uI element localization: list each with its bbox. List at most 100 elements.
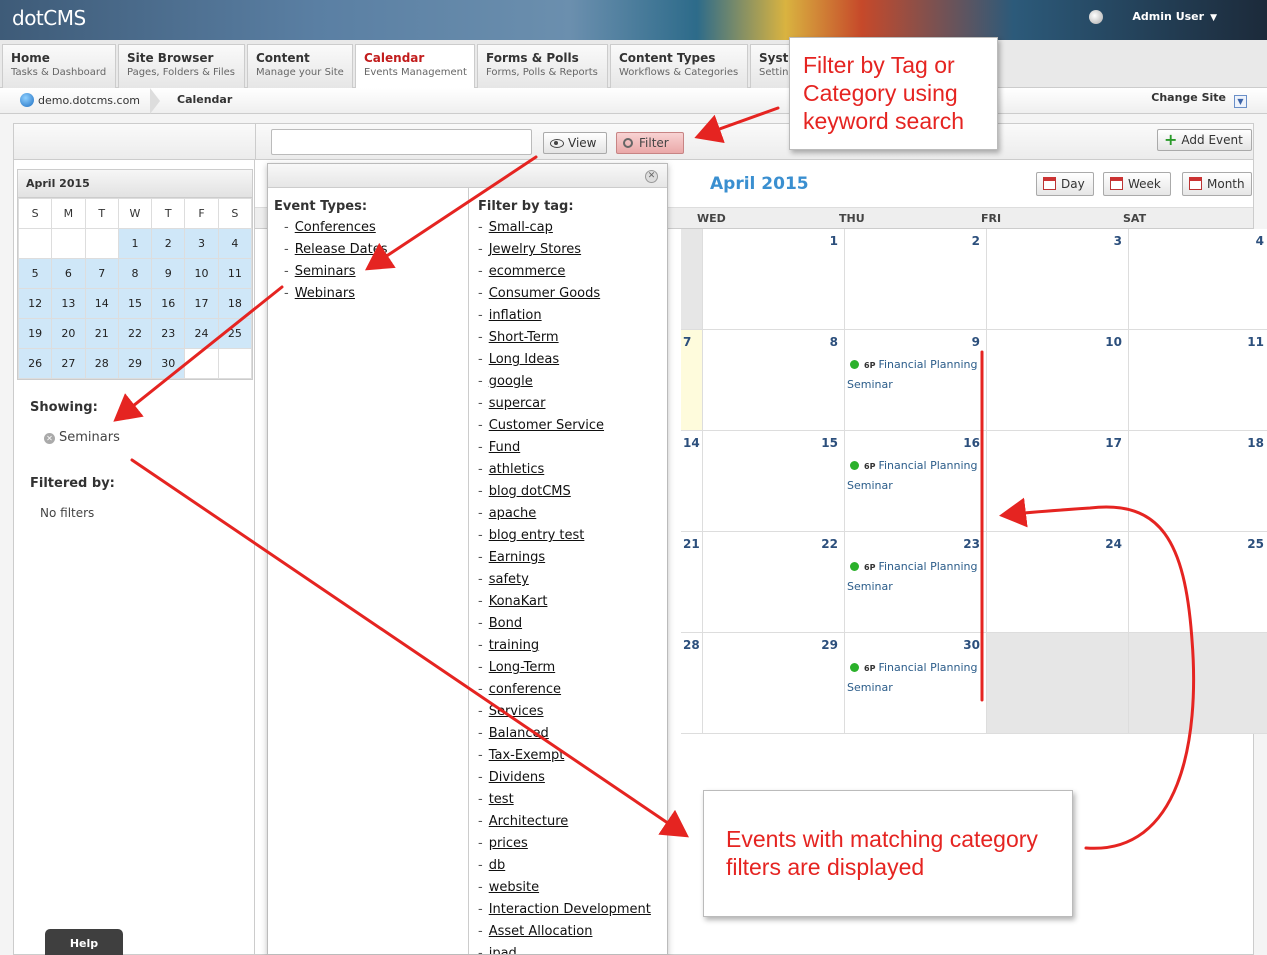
calendar-event[interactable]: 6P Financial Planning Seminar xyxy=(847,355,983,394)
tag-item-link[interactable]: ecommerce xyxy=(489,264,566,279)
tag-item-link[interactable]: Interaction Development xyxy=(489,902,651,917)
mini-day[interactable]: 8 xyxy=(117,258,153,289)
mini-day[interactable]: 11 xyxy=(217,258,253,289)
tag-item-link[interactable]: safety xyxy=(489,572,529,587)
mini-day[interactable]: 26 xyxy=(17,348,53,379)
tag-item-link[interactable]: Consumer Goods xyxy=(489,286,600,301)
mini-day[interactable]: 23 xyxy=(151,318,186,349)
calendar-day-cell[interactable]: 25 xyxy=(1129,532,1267,633)
tag-item-link[interactable]: Jewelry Stores xyxy=(489,242,581,257)
tab-site-browser[interactable]: Site Browser Pages, Folders & Files xyxy=(118,44,245,88)
mini-day[interactable]: 6 xyxy=(51,258,86,289)
tag-item-link[interactable]: prices xyxy=(489,836,528,851)
tag-item-link[interactable]: Balanced xyxy=(489,726,549,741)
calendar-event[interactable]: 6P Financial Planning Seminar xyxy=(847,456,983,495)
mini-day[interactable]: 9 xyxy=(151,258,186,289)
tag-item-link[interactable]: supercar xyxy=(489,396,546,411)
mini-day[interactable]: 18 xyxy=(217,288,253,319)
calendar-day-cell[interactable]: 2 xyxy=(845,229,987,330)
event-type-item-link[interactable]: Release Dates xyxy=(295,242,388,257)
calendar-day-cell[interactable]: 17 xyxy=(987,431,1129,532)
mini-day[interactable]: 16 xyxy=(151,288,186,319)
mini-day[interactable]: 7 xyxy=(84,258,119,289)
tag-item-link[interactable]: ipad xyxy=(489,946,517,954)
showing-filter-item[interactable]: ✕ Seminars xyxy=(44,430,120,445)
calendar-day-cell[interactable]: 8 xyxy=(703,330,845,431)
calendar-day-cell[interactable]: 1 xyxy=(703,229,845,330)
month-view-button[interactable]: Month xyxy=(1182,172,1252,196)
mini-day[interactable]: 10 xyxy=(184,258,219,289)
calendar-day-cell[interactable]: 11 xyxy=(1129,330,1267,431)
breadcrumb-site[interactable]: demo.dotcms.com xyxy=(20,93,140,107)
search-input[interactable] xyxy=(271,129,532,155)
mini-day[interactable]: 14 xyxy=(84,288,119,319)
calendar-day-cell[interactable]: 22 xyxy=(703,532,845,633)
mini-day[interactable]: 4 xyxy=(217,228,253,259)
tag-item-link[interactable]: Long-Term xyxy=(489,660,555,675)
event-type-item-link[interactable]: Conferences xyxy=(295,220,376,235)
mini-day[interactable]: 5 xyxy=(17,258,53,289)
mini-day[interactable]: 25 xyxy=(217,318,253,349)
mini-day[interactable]: 2 xyxy=(151,228,186,259)
mini-day[interactable]: 15 xyxy=(117,288,153,319)
tab-forms-polls[interactable]: Forms & Polls Forms, Polls & Reports xyxy=(477,44,608,88)
mini-day[interactable]: 17 xyxy=(184,288,219,319)
tab-content-types[interactable]: Content Types Workflows & Categories xyxy=(610,44,748,88)
filter-button[interactable]: Filter xyxy=(616,132,684,154)
mini-day[interactable]: 24 xyxy=(184,318,219,349)
tag-item-link[interactable]: Architecture xyxy=(489,814,569,829)
tag-item-link[interactable]: blog dotCMS xyxy=(489,484,571,499)
tag-item-link[interactable]: Dividens xyxy=(489,770,545,785)
tag-item-link[interactable]: Small-cap xyxy=(489,220,553,235)
help-button[interactable]: Help xyxy=(45,929,123,955)
calendar-day-cell[interactable] xyxy=(681,229,703,330)
calendar-day-cell[interactable] xyxy=(987,633,1129,734)
calendar-day-cell[interactable]: 23 6P Financial Planning Seminar xyxy=(845,532,987,633)
tag-item-link[interactable]: athletics xyxy=(489,462,545,477)
tag-item-link[interactable]: Bond xyxy=(489,616,522,631)
mini-day[interactable]: 1 xyxy=(117,228,153,259)
calendar-day-cell[interactable]: 7 xyxy=(681,330,703,431)
calendar-event[interactable]: 6P Financial Planning Seminar xyxy=(847,557,983,596)
event-type-item-link[interactable]: Seminars xyxy=(295,264,356,279)
tag-item-link[interactable]: Fund xyxy=(489,440,521,455)
mini-day[interactable]: 29 xyxy=(117,348,153,379)
calendar-day-cell[interactable]: 14 xyxy=(681,431,703,532)
calendar-day-cell[interactable]: 4 xyxy=(1129,229,1267,330)
remove-icon[interactable]: ✕ xyxy=(44,433,55,444)
calendar-day-cell[interactable]: 15 xyxy=(703,431,845,532)
mini-day[interactable]: 21 xyxy=(84,318,119,349)
tag-item-link[interactable]: Tax-Exempt xyxy=(489,748,565,763)
mini-day[interactable]: 13 xyxy=(51,288,86,319)
calendar-day-cell[interactable]: 10 xyxy=(987,330,1129,431)
close-icon[interactable]: ✕ xyxy=(645,170,658,183)
tag-item-link[interactable]: test xyxy=(489,792,514,807)
calendar-day-cell[interactable]: 3 xyxy=(987,229,1129,330)
tag-item-link[interactable]: KonaKart xyxy=(489,594,548,609)
mini-day[interactable]: 27 xyxy=(51,348,86,379)
tag-item-link[interactable]: inflation xyxy=(489,308,542,323)
calendar-day-cell[interactable]: 28 xyxy=(681,633,703,734)
add-event-button[interactable]: + Add Event xyxy=(1157,129,1252,151)
tag-item-link[interactable]: Earnings xyxy=(489,550,545,565)
change-site-button[interactable]: Change Site ▼ xyxy=(1151,91,1247,108)
calendar-day-cell[interactable]: 24 xyxy=(987,532,1129,633)
tab-calendar[interactable]: Calendar Events Management xyxy=(355,44,475,89)
calendar-day-cell[interactable]: 18 xyxy=(1129,431,1267,532)
calendar-day-cell[interactable]: 9 6P Financial Planning Seminar xyxy=(845,330,987,431)
tag-item-link[interactable]: Services xyxy=(489,704,544,719)
tag-item-link[interactable]: apache xyxy=(489,506,537,521)
mini-day[interactable]: 28 xyxy=(84,348,119,379)
mini-day[interactable]: 12 xyxy=(17,288,53,319)
calendar-day-cell[interactable]: 21 xyxy=(681,532,703,633)
tab-content[interactable]: Content Manage your Site xyxy=(247,44,353,88)
mini-day[interactable]: 22 xyxy=(117,318,153,349)
tag-item-link[interactable]: google xyxy=(489,374,533,389)
tag-item-link[interactable]: Asset Allocation xyxy=(489,924,593,939)
mini-day[interactable]: 30 xyxy=(151,348,186,379)
week-view-button[interactable]: Week xyxy=(1103,172,1171,196)
view-button[interactable]: View xyxy=(543,132,607,154)
day-view-button[interactable]: Day xyxy=(1036,172,1094,196)
event-type-item-link[interactable]: Webinars xyxy=(295,286,355,301)
calendar-day-cell[interactable]: 16 6P Financial Planning Seminar xyxy=(845,431,987,532)
